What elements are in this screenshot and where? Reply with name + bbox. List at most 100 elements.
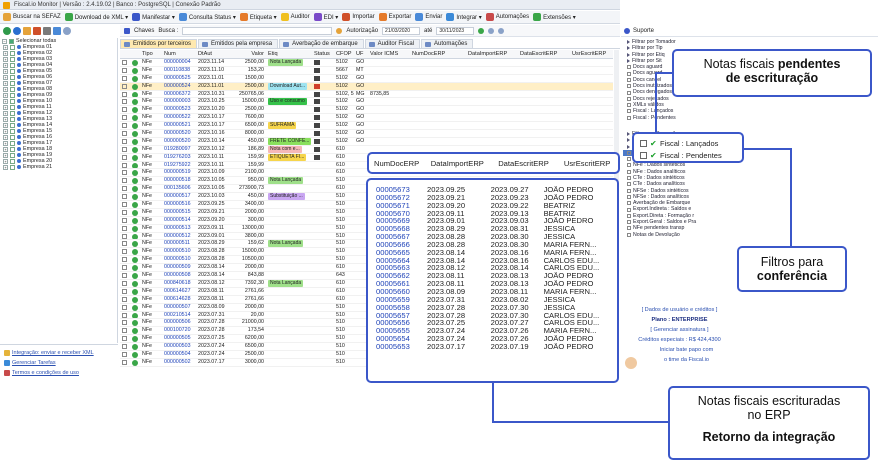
checkbox[interactable]	[122, 115, 127, 121]
row-select[interactable]	[120, 138, 130, 145]
tab-2[interactable]: Averbação de embarque	[279, 39, 364, 48]
row-select[interactable]	[120, 75, 130, 82]
checkbox[interactable]	[122, 328, 127, 334]
expand-icon[interactable]: +	[3, 98, 8, 104]
integracao-link[interactable]: Integração: enviar e receber XML	[4, 348, 114, 358]
checkbox[interactable]	[10, 146, 15, 152]
column-header[interactable]: Tipo	[140, 50, 162, 58]
expand-icon[interactable]: +	[3, 74, 8, 80]
table-row[interactable]: NFe 000000003 2023.10.25 15000,00 Uso e cons…	[120, 98, 613, 107]
row-select[interactable]	[120, 343, 130, 350]
row-select[interactable]	[120, 146, 130, 153]
row-select[interactable]	[120, 59, 130, 66]
row-select[interactable]	[120, 225, 130, 232]
filter-expand-icon[interactable]	[627, 150, 631, 155]
row-select[interactable]	[120, 83, 130, 90]
column-header[interactable]	[130, 50, 140, 58]
date-from-input[interactable]: 21/03/2020	[382, 26, 421, 35]
checkbox[interactable]	[122, 359, 127, 365]
chat-link-line1[interactable]: Iniciar bate papo com	[623, 345, 736, 355]
checkbox[interactable]	[122, 107, 127, 113]
checkbox[interactable]	[10, 128, 15, 134]
checkbox[interactable]	[10, 164, 15, 170]
checkbox[interactable]	[122, 75, 127, 81]
filter-expand-icon[interactable]	[627, 169, 631, 174]
checkbox[interactable]	[10, 98, 15, 104]
filter-expand-icon[interactable]	[627, 138, 630, 143]
search-icon[interactable]	[63, 27, 71, 35]
checkbox[interactable]	[122, 170, 127, 176]
checkbox[interactable]	[122, 241, 127, 247]
checkbox[interactable]	[122, 273, 127, 279]
menu-item-10[interactable]: Integrar ▾	[446, 13, 482, 21]
filter-expand-icon[interactable]	[627, 144, 630, 149]
checkbox[interactable]	[122, 99, 127, 105]
autorizacao-label[interactable]: Autorização	[346, 28, 378, 34]
row-select[interactable]	[120, 280, 130, 287]
checkbox[interactable]	[10, 140, 15, 146]
expand-icon[interactable]: +	[3, 86, 8, 92]
menu-item-7[interactable]: Importar	[342, 13, 375, 21]
row-select[interactable]	[120, 106, 130, 113]
table-row[interactable]: NFe 000110838 2023.11.10 153,20 5667 MT	[120, 67, 613, 75]
checkbox[interactable]	[640, 139, 647, 147]
menu-item-5[interactable]: Auditor	[280, 13, 310, 21]
checkbox[interactable]	[122, 217, 127, 223]
checkbox[interactable]	[10, 110, 15, 116]
expand-icon[interactable]: +	[3, 122, 8, 128]
checkbox[interactable]	[122, 249, 127, 255]
tag-badge[interactable]: Nota com e...	[268, 145, 302, 153]
checkbox[interactable]	[122, 336, 127, 342]
add-icon[interactable]	[3, 27, 11, 35]
search-input[interactable]	[182, 26, 333, 35]
zoom-icon[interactable]	[498, 27, 505, 34]
checkbox[interactable]	[122, 265, 127, 271]
tag-badge[interactable]: Nota Lançada	[268, 279, 304, 287]
checkbox[interactable]	[122, 202, 127, 208]
row-select[interactable]	[120, 98, 130, 105]
checkbox[interactable]	[122, 162, 127, 168]
checkbox[interactable]	[122, 131, 127, 137]
checkbox[interactable]	[10, 56, 15, 62]
menu-item-0[interactable]: Buscar na SEFAZ	[3, 13, 61, 21]
column-header[interactable]: NumDocERP	[410, 50, 466, 58]
checkbox[interactable]	[122, 154, 127, 160]
checkbox[interactable]	[10, 92, 15, 98]
column-header[interactable]: UF	[354, 50, 368, 58]
chat-link-line2[interactable]: o time da Fiscal.io	[623, 355, 736, 365]
tree-item[interactable]: + Empresa 21	[0, 164, 117, 170]
checkbox[interactable]	[640, 151, 647, 159]
tag-badge[interactable]: FRETE CONFE...	[268, 137, 312, 145]
expand-icon[interactable]: +	[3, 56, 8, 62]
checkbox[interactable]	[122, 194, 127, 200]
checkbox[interactable]	[122, 280, 127, 286]
checkbox[interactable]	[10, 80, 15, 86]
filter-expand-icon[interactable]	[627, 176, 631, 181]
tab-0[interactable]: Emitidos por terceiros	[120, 39, 198, 48]
tag-badge[interactable]: Substituição ...	[268, 193, 305, 201]
expand-icon[interactable]: +	[3, 116, 8, 122]
filter-expand-icon[interactable]	[627, 194, 631, 199]
filter-fiscal-lancados[interactable]: ✔ Fiscal : Lançados	[640, 137, 736, 149]
move-icon[interactable]	[488, 27, 495, 34]
filter-expand-icon[interactable]	[627, 84, 631, 89]
filter-expand-icon[interactable]	[627, 103, 631, 108]
filter-expand-icon[interactable]	[627, 201, 631, 206]
row-select[interactable]	[120, 169, 130, 176]
column-header[interactable]: Status	[312, 50, 334, 58]
checkbox[interactable]	[122, 146, 127, 152]
list-icon[interactable]	[43, 27, 51, 35]
table-row[interactable]: NFe 000000004 2023.11.14 2500,00 Nota Lançad…	[120, 59, 613, 67]
termos-link[interactable]: Termos e condições de uso	[4, 368, 114, 378]
table-row[interactable]: NFe 000000522 2023.10.17 7600,00 5102 GO	[120, 114, 613, 123]
menu-item-2[interactable]: Manifestar ▾	[132, 13, 175, 21]
filter-expand-icon[interactable]	[627, 46, 630, 51]
checkbox[interactable]	[122, 186, 127, 192]
row-select[interactable]	[120, 351, 130, 358]
table-row[interactable]: NFe 000000525 2023.11.01 1500,00 5102 GO	[120, 75, 613, 83]
checkbox[interactable]	[10, 158, 15, 164]
tag-badge[interactable]: SUFRAMA	[268, 122, 297, 130]
filter-expand-icon[interactable]	[627, 109, 631, 114]
filter-item[interactable]: Notas de Devolução	[623, 232, 713, 238]
row-select[interactable]	[120, 130, 130, 137]
